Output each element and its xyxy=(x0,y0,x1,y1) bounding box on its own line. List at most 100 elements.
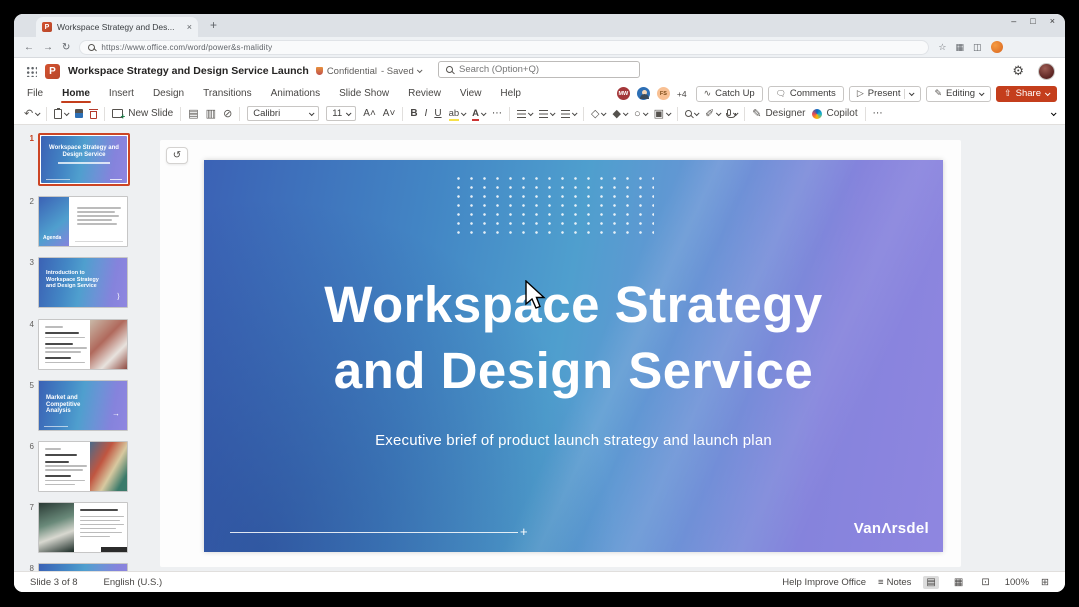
gear-icon[interactable]: ⚙ xyxy=(1012,63,1024,79)
extension-icon-2[interactable]: ◫ xyxy=(973,42,982,53)
menu-slideshow[interactable]: Slide Show xyxy=(338,86,390,101)
numbering-button[interactable] xyxy=(539,110,554,118)
slide-subtitle-textbox[interactable]: Executive brief of product launch strate… xyxy=(204,432,943,449)
workspace: 1 Workspace Strategy and Design Service … xyxy=(14,125,1065,571)
language-selector[interactable]: English (U.S.) xyxy=(104,577,163,588)
app-launcher-icon[interactable] xyxy=(26,66,37,77)
comments-button[interactable]: 🗨 Comments xyxy=(768,86,844,102)
account-avatar[interactable] xyxy=(1038,63,1055,80)
reset-button[interactable]: ▥ xyxy=(206,107,216,120)
presence-avatar-3[interactable]: FS xyxy=(656,86,671,101)
window-minimize-icon[interactable]: – xyxy=(1011,16,1016,26)
copilot-icon xyxy=(812,109,822,119)
back-icon[interactable]: ← xyxy=(24,42,34,53)
shapes-button[interactable]: ◇ xyxy=(591,107,605,120)
powerpoint-icon[interactable]: P xyxy=(45,64,60,79)
designer-button[interactable]: ✎ Designer xyxy=(752,107,805,120)
highlight-button[interactable]: ab xyxy=(449,108,466,119)
format-painter-icon[interactable] xyxy=(75,109,83,118)
browser-tab[interactable]: P Workspace Strategy and Des... × xyxy=(36,17,198,37)
shape-fill-button[interactable]: ◆ xyxy=(612,107,626,120)
font-name-select[interactable]: Calibri xyxy=(247,106,319,121)
notes-toggle[interactable]: ≡ Notes xyxy=(878,577,911,588)
zoom-level[interactable]: 100% xyxy=(1005,577,1029,588)
font-size-select[interactable]: 11 xyxy=(326,106,356,121)
underline-button[interactable]: U xyxy=(434,108,441,119)
presence-overflow-count[interactable]: +4 xyxy=(677,89,687,99)
slideshow-view-button[interactable]: ⊡ xyxy=(978,576,992,589)
document-title[interactable]: Workspace Strategy and Design Service La… xyxy=(68,65,309,77)
sensitivity-label[interactable]: Confidential xyxy=(327,66,377,77)
toolbar-overflow-button[interactable]: ⋯ xyxy=(873,108,883,119)
font-color-button[interactable]: A xyxy=(472,108,485,119)
reload-icon[interactable]: ↻ xyxy=(62,42,70,53)
bold-button[interactable]: B xyxy=(410,108,417,119)
menu-file[interactable]: File xyxy=(26,86,44,101)
chevron-down-icon[interactable] xyxy=(909,90,915,96)
forward-icon[interactable]: → xyxy=(43,42,53,53)
rewind-button[interactable]: ↺ xyxy=(166,147,188,164)
browser-toolbar: ← → ↻ https://www.office.com/word/power&… xyxy=(14,37,1065,58)
search-box[interactable] xyxy=(438,61,640,78)
slide-thumbnail-1[interactable]: Workspace Strategy and Design Service xyxy=(38,133,130,186)
normal-view-button[interactable]: ▤ xyxy=(923,576,938,589)
browser-profile-avatar[interactable] xyxy=(991,41,1003,53)
share-button[interactable]: ⇧ Share xyxy=(996,86,1057,102)
slide-canvas[interactable]: Workspace Strategy and Design Service Ex… xyxy=(204,160,943,552)
window-maximize-icon[interactable]: □ xyxy=(1030,16,1035,26)
undo-button[interactable]: ↶ xyxy=(24,107,39,120)
collapse-ribbon-icon[interactable] xyxy=(1051,110,1057,116)
new-slide-button[interactable]: New Slide xyxy=(112,108,173,119)
arrange-button[interactable]: ▣ xyxy=(654,107,670,120)
more-font-options-button[interactable]: ⋯ xyxy=(492,108,502,119)
slide-thumbnail-5[interactable]: Market and Competitive Analysis → xyxy=(38,380,128,431)
menu-insert[interactable]: Insert xyxy=(108,86,135,101)
grow-font-button[interactable]: A˄ xyxy=(363,108,376,119)
menu-home[interactable]: Home xyxy=(61,86,91,101)
arrow-icon: → xyxy=(112,409,120,418)
window-close-icon[interactable]: × xyxy=(1050,16,1055,26)
presence-avatar-1[interactable]: MW xyxy=(616,86,631,101)
fit-to-window-icon[interactable]: ⊞ xyxy=(1041,577,1049,588)
slide-title-textbox[interactable]: Workspace Strategy and Design Service xyxy=(204,272,943,404)
slide-thumbnail-2[interactable]: Agenda xyxy=(38,196,128,247)
section-button[interactable]: ⊘ xyxy=(223,107,232,120)
menu-animations[interactable]: Animations xyxy=(270,86,321,101)
italic-button[interactable]: I xyxy=(425,108,428,119)
chevron-down-icon[interactable] xyxy=(417,67,423,73)
dot-pattern-decoration xyxy=(452,174,654,240)
address-bar[interactable]: https://www.office.com/word/power&s-mali… xyxy=(79,40,929,55)
slide-thumbnail-7[interactable] xyxy=(38,502,128,553)
paste-button[interactable] xyxy=(54,109,68,119)
shrink-font-button[interactable]: A˅ xyxy=(383,108,396,119)
slide-thumbnail-6[interactable] xyxy=(38,441,128,492)
editing-mode-button[interactable]: ✎ Editing xyxy=(926,86,991,102)
help-improve-office-link[interactable]: Help Improve Office xyxy=(782,577,866,588)
new-tab-button[interactable]: + xyxy=(210,18,217,32)
slide-thumbnail-3[interactable]: Introduction to Workspace Strategy and D… xyxy=(38,257,128,308)
present-button[interactable]: ▷ Present xyxy=(849,86,922,102)
menu-review[interactable]: Review xyxy=(407,86,442,101)
menu-help[interactable]: Help xyxy=(499,86,522,101)
bookmark-icon[interactable]: ☆ xyxy=(938,42,946,53)
menu-design[interactable]: Design xyxy=(152,86,185,101)
search-input[interactable] xyxy=(459,64,619,75)
menu-transitions[interactable]: Transitions xyxy=(202,86,253,101)
delete-icon[interactable] xyxy=(90,111,97,119)
slide-sorter-view-button[interactable]: ▦ xyxy=(951,576,966,589)
extension-icon-1[interactable]: ▦ xyxy=(955,42,964,53)
copilot-button[interactable]: Copilot xyxy=(812,108,857,119)
align-button[interactable] xyxy=(561,110,576,118)
presence-avatar-2[interactable] xyxy=(636,86,651,101)
slide-thumbnail-8[interactable] xyxy=(38,563,128,571)
layout-button[interactable]: ▤ xyxy=(188,107,198,120)
bullets-button[interactable] xyxy=(517,110,532,118)
find-button[interactable] xyxy=(685,110,698,117)
draw-button[interactable]: ✐ xyxy=(705,107,720,120)
catch-up-button[interactable]: ∿ Catch Up xyxy=(696,86,763,102)
tab-close-icon[interactable]: × xyxy=(187,22,192,32)
menu-view[interactable]: View xyxy=(459,86,483,101)
shape-outline-button[interactable]: ○ xyxy=(634,108,647,120)
dictate-button[interactable] xyxy=(727,109,737,118)
slide-thumbnail-4[interactable] xyxy=(38,319,128,370)
